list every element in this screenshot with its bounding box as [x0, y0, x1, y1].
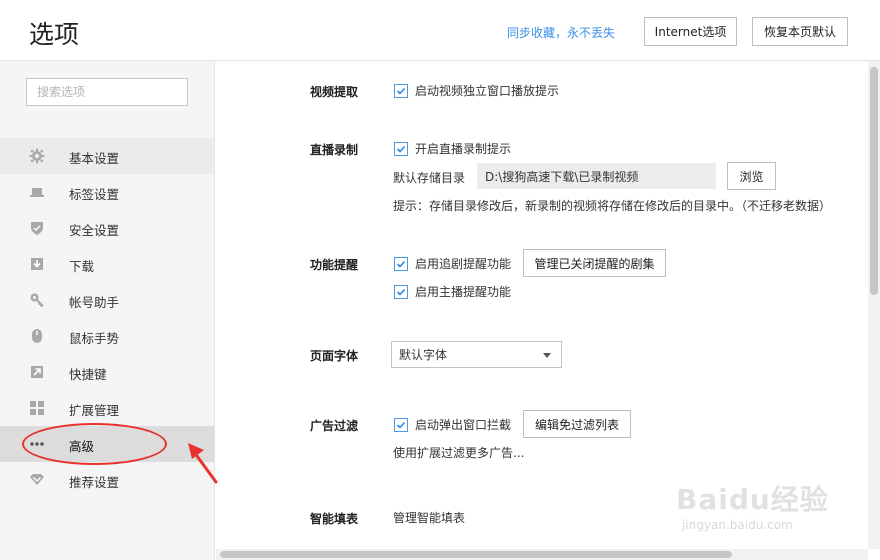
sidebar-item-label: 推荐设置: [69, 475, 120, 490]
checkmark-icon: [396, 87, 406, 95]
horizontal-scrollbar[interactable]: [216, 549, 868, 560]
video-popup-checkbox[interactable]: [394, 83, 408, 98]
streamer-reminder-label: 启用主播提醒功能: [415, 285, 512, 299]
reminder-option-row: 启用追剧提醒功能: [394, 255, 511, 272]
key-icon: [29, 292, 45, 308]
sidebar-item-mouse[interactable]: 鼠标手势: [0, 318, 214, 354]
search-input[interactable]: [26, 78, 188, 106]
gear-icon: [29, 148, 45, 164]
sidebar-item-label: 鼠标手势: [69, 331, 120, 346]
sidebar-item-basic[interactable]: 基本设置: [0, 138, 214, 174]
sidebar-item-label: 安全设置: [69, 223, 120, 238]
sync-link[interactable]: 同步收藏，永不丢失: [507, 24, 615, 41]
sidebar-item-label: 帐号助手: [69, 295, 120, 310]
drama-reminder-label: 启用追剧提醒功能: [415, 257, 512, 271]
download-icon: [29, 256, 45, 272]
storage-hint-text: 提示：存储目录修改后，新录制的视频将存储在修改后的目录中。（不迁移老数据）: [393, 199, 832, 213]
recommend-icon: [29, 472, 45, 488]
sidebar-item-account[interactable]: 帐号助手: [0, 282, 214, 318]
sidebar-item-tabs[interactable]: 标签设置: [0, 174, 214, 210]
sidebar: 基本设置 标签设置 安全设置 下载 帐号助手: [0, 61, 215, 560]
font-section-label: 页面字体: [310, 349, 359, 363]
storage-dir-label: 默认存储目录: [393, 171, 466, 185]
extension-filter-link[interactable]: 使用扩展过滤更多广告...: [393, 444, 524, 461]
extensions-icon: [29, 400, 45, 416]
adblock-section-label: 广告过滤: [310, 419, 359, 433]
storage-dir-value: D:\搜狗高速下载\已录制视频: [485, 169, 639, 184]
autofill-section-label: 智能填表: [310, 512, 359, 526]
sidebar-item-recommend[interactable]: 推荐设置: [0, 462, 214, 498]
reminder-section-label: 功能提醒: [310, 258, 359, 272]
sidebar-nav: 基本设置 标签设置 安全设置 下载 帐号助手 鼠标手势 快捷键 扩展管理 高级 …: [0, 138, 214, 498]
edit-whitelist-button[interactable]: 编辑免过滤列表: [523, 410, 631, 438]
settings-content: 视频提取 启动视频独立窗口播放提示 直播录制 开启直播录制提示 默认存储目录 D…: [216, 61, 868, 549]
font-select[interactable]: 默认字体: [391, 341, 562, 368]
manage-closed-reminders-button[interactable]: 管理已关闭提醒的剧集: [523, 249, 666, 277]
restore-defaults-button[interactable]: 恢复本页默认: [752, 17, 848, 46]
streamer-option-row: 启用主播提醒功能: [394, 283, 511, 300]
header: 选项 同步收藏，永不丢失 Internet选项 恢复本页默认: [0, 0, 880, 61]
live-option-row: 开启直播录制提示: [394, 140, 511, 157]
drama-reminder-checkbox[interactable]: [394, 256, 408, 271]
video-option-row: 启动视频独立窗口播放提示: [394, 82, 559, 99]
live-section-label: 直播录制: [310, 143, 359, 157]
sidebar-item-label: 标签设置: [69, 187, 120, 202]
live-option-label: 开启直播录制提示: [415, 142, 512, 156]
video-option-label: 启动视频独立窗口播放提示: [415, 84, 560, 98]
more-dots-icon: [29, 436, 45, 452]
checkmark-icon: [396, 260, 406, 268]
storage-dir-field[interactable]: D:\搜狗高速下载\已录制视频: [477, 163, 716, 189]
checkmark-icon: [396, 288, 406, 296]
checkmark-icon: [396, 421, 406, 429]
sidebar-item-label: 下载: [69, 259, 95, 274]
internet-options-button[interactable]: Internet选项: [644, 17, 737, 46]
page-title: 选项: [29, 20, 80, 49]
popup-block-label: 启动弹出窗口拦截: [415, 418, 512, 432]
font-select-value: 默认字体: [399, 348, 448, 362]
manage-autofill-link[interactable]: 管理智能填表: [393, 509, 465, 526]
sidebar-item-security[interactable]: 安全设置: [0, 210, 214, 246]
horizontal-scroll-thumb[interactable]: [220, 551, 732, 558]
sidebar-item-extensions[interactable]: 扩展管理: [0, 390, 214, 426]
streamer-reminder-checkbox[interactable]: [394, 284, 408, 299]
shield-icon: [29, 220, 45, 236]
vertical-scroll-thumb[interactable]: [870, 67, 878, 295]
adblock-option-row: 启动弹出窗口拦截: [394, 416, 511, 433]
sidebar-item-download[interactable]: 下载: [0, 246, 214, 282]
sidebar-item-label: 高级: [69, 439, 95, 454]
tab-icon: [29, 184, 45, 200]
video-section-label: 视频提取: [310, 85, 359, 99]
chevron-down-icon: [543, 353, 551, 358]
shortcut-icon: [29, 364, 45, 380]
browse-button[interactable]: 浏览: [727, 162, 776, 190]
sidebar-item-label: 扩展管理: [69, 403, 120, 418]
sidebar-item-advanced[interactable]: 高级: [0, 426, 214, 462]
popup-block-checkbox[interactable]: [394, 417, 408, 432]
live-record-checkbox[interactable]: [394, 141, 408, 156]
sidebar-item-shortcut[interactable]: 快捷键: [0, 354, 214, 390]
checkmark-icon: [396, 145, 406, 153]
mouse-icon: [29, 328, 45, 344]
sidebar-item-label: 基本设置: [69, 151, 120, 166]
vertical-scrollbar[interactable]: [868, 61, 880, 549]
sidebar-item-label: 快捷键: [69, 367, 107, 382]
